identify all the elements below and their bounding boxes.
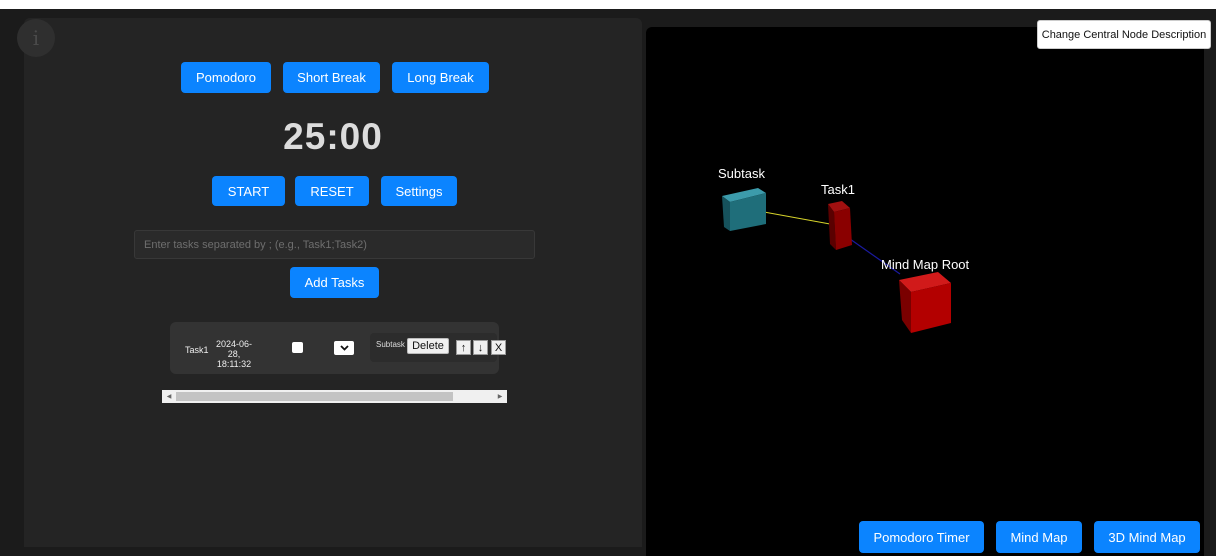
- task1-node[interactable]: [828, 201, 852, 250]
- mind-map-3d-view-button[interactable]: 3D Mind Map: [1094, 521, 1200, 553]
- node-label-root: Mind Map Root: [881, 257, 970, 272]
- node-label-task1: Task1: [821, 182, 855, 197]
- root-node[interactable]: [899, 272, 951, 333]
- mind-map-scene: [722, 188, 951, 333]
- link-subtask-task1: [763, 211, 831, 225]
- mind-map-view-button[interactable]: Mind Map: [996, 521, 1082, 553]
- subtask-node[interactable]: [722, 188, 766, 231]
- node-label-subtask: Subtask: [718, 166, 765, 181]
- pomodoro-timer-view-button[interactable]: Pomodoro Timer: [859, 521, 984, 553]
